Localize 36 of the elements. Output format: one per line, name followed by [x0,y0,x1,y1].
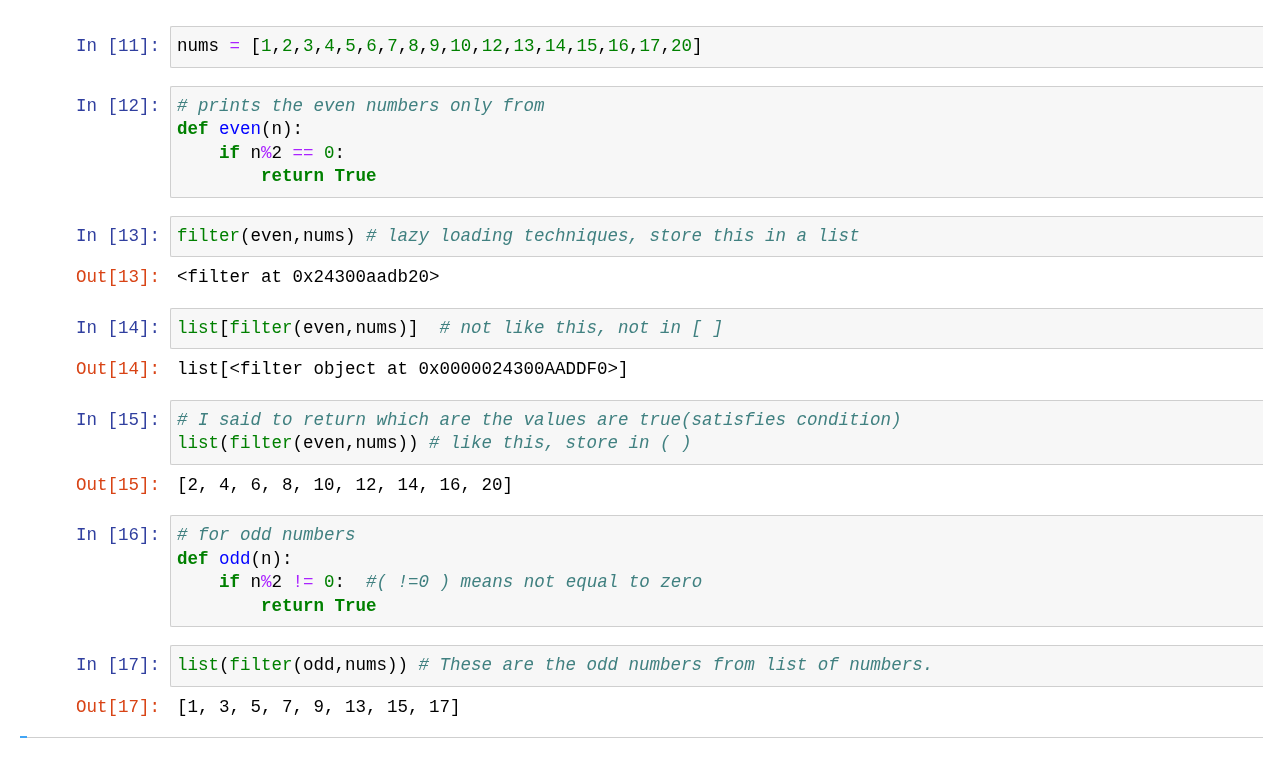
output-text: [1, 3, 5, 7, 9, 13, 15, 17] [177,695,461,719]
output-text: <filter at 0x24300aadb20> [177,266,440,289]
input-prompt: In [13]: [75,224,161,248]
code-line: def even(n): [177,118,304,141]
input-prompt: In [15]: [75,408,161,432]
output-text: [2, 4, 6, 8, 10, 12, 14, 16, 20] [177,473,514,497]
code-line: list(filter(odd,nums)) # These are the odd numbers from list of numbers. [177,654,934,677]
input-prompt: In [11]: [75,35,161,58]
code-line: return True [260,594,377,618]
output-prompt: Out[14]: [75,358,161,381]
code-line: def odd(n): [177,547,293,571]
code-cell[interactable]: list(filter(odd,nums)) # These are the odd numbers from list of numbers. [170,645,1263,687]
code-line: # I said to return which are the values are true(satisfies condition) [177,408,902,432]
code-line: if n%2 != 0: #( !=0 ) means not equal to zero [218,571,703,594]
code-cell[interactable]: filter(even,nums) # lazy loading techniques, store this in a list [170,215,1263,257]
code-line: list[filter(even,nums)] # not like this, not in [ ] [177,316,724,340]
code-line: return True [260,165,377,188]
input-prompt: In [14]: [75,316,161,340]
input-prompt: In [12]: [75,94,161,118]
input-prompt: In [17]: [75,654,161,677]
output-prompt: Out[15]: [75,473,161,497]
code-line: filter(even,nums) # lazy loading techniques, store this in a list [177,224,860,248]
output-prompt: Out[17]: [75,695,161,719]
code-cell[interactable]: nums = [1,2,3,4,5,6,7,8,9,10,12,13,14,15,16,17,20] [170,26,1263,68]
code-line: list(filter(even,nums)) # like this, store in ( ) [177,432,692,455]
output-text: list[<filter object at 0x0000024300AADDF0>] [177,358,629,381]
code-cell[interactable]: # prints the even numbers only from def even(n): if n%2 == 0: return True [170,85,1263,198]
code-cell[interactable]: # for odd numbers def odd(n): if n%2 != 0: #( !=0 ) means not equal to zero return True [170,515,1263,627]
code-cell[interactable]: # I said to return which are the values are true(satisfies condition) list(filter(even,nums)) # like this, store in ( ) [170,399,1263,465]
code-line: if n%2 == 0: [218,141,346,165]
code-cell[interactable]: list[filter(even,nums)] # not like this, not in [ ] [170,307,1263,349]
code-line: # prints the even numbers only from [177,94,545,118]
code-line: nums = [1,2,3,4,5,6,7,8,9,10,12,13,14,15,16,17,20] [177,35,703,58]
output-prompt: Out[13]: [75,266,161,289]
input-prompt: In [16]: [75,524,161,547]
code-line: # for odd numbers [177,524,356,547]
